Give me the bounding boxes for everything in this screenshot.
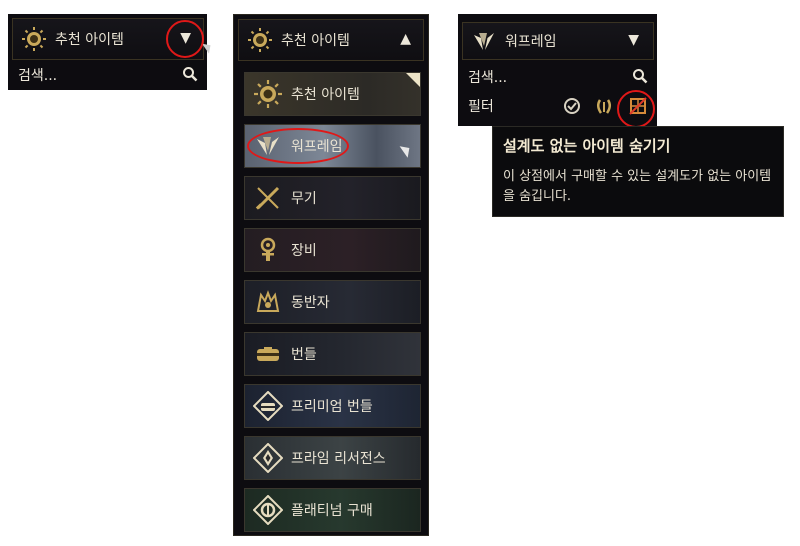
chevron-down-icon[interactable]: ▼ [628, 32, 639, 48]
sun-icon [248, 28, 272, 52]
highlight-circle [166, 20, 204, 58]
tooltip: 설계도 없는 아이템 숨기기 이 상점에서 구매할 수 있는 설계도가 없는 아… [492, 126, 784, 217]
category-label: 추천 아이템 [291, 87, 360, 103]
check-circle-icon[interactable] [563, 97, 581, 115]
bundle-icon [257, 347, 279, 361]
search-input[interactable]: 검색... [462, 66, 654, 88]
filter-label: 필터 [468, 99, 494, 115]
tooltip-body: 이 상점에서 구매할 수 있는 설계도가 없는 아이템을 숨깁니다. [503, 169, 772, 204]
category-label: 프라임 리서전스 [291, 451, 386, 467]
category-item-bundle[interactable]: 번들 [244, 332, 421, 376]
category-item-weapons[interactable]: 무기 [244, 176, 421, 220]
sun-icon [22, 27, 46, 51]
cursor-icon [399, 142, 414, 158]
gear-icon [260, 237, 276, 261]
highlight-circle [617, 90, 655, 128]
search-placeholder: 검색... [468, 70, 508, 86]
category-label: 번들 [291, 347, 317, 363]
search-placeholder: 검색... [18, 68, 58, 84]
prime-resurgence-icon [253, 443, 283, 473]
category-label: 플래티넘 구매 [291, 503, 373, 519]
category-label: 무기 [291, 191, 317, 207]
category-label: 프리미엄 번들 [291, 399, 373, 415]
category-item-platinum[interactable]: 플래티넘 구매 [244, 488, 421, 532]
search-icon[interactable] [182, 66, 198, 82]
weapons-icon [255, 186, 280, 210]
search-input[interactable]: 검색... [12, 64, 204, 86]
dropdown-label: 추천 아이템 [55, 32, 124, 48]
category-item-recommended[interactable]: 추천 아이템 [244, 72, 421, 116]
corner-marker [406, 73, 420, 87]
left-dropdown-panel: 추천 아이템 ▼ 검색... [8, 14, 214, 90]
dropdown-label: 추천 아이템 [281, 33, 350, 49]
wreath-icon[interactable] [594, 96, 614, 116]
chevron-up-icon[interactable]: ▲ [400, 31, 411, 47]
category-item-gear[interactable]: 장비 [244, 228, 421, 272]
category-dropdown[interactable]: 워프레임 ▼ [462, 22, 654, 60]
cursor-icon [202, 40, 214, 54]
expanded-dropdown-panel: 추천 아이템 ▲ 추천 아이템 워프레임 무기 장비 동반자 번들 프리미엄 번… [233, 14, 429, 536]
warframe-icon [474, 33, 494, 50]
platinum-icon [253, 495, 283, 525]
highlight-circle [247, 128, 349, 164]
premium-bundle-icon [253, 391, 283, 421]
dropdown-label: 워프레임 [505, 34, 557, 50]
category-item-warframe[interactable]: 워프레임 [244, 124, 421, 168]
category-label: 동반자 [291, 295, 330, 311]
category-dropdown-open[interactable]: 추천 아이템 ▲ [238, 19, 424, 61]
sun-icon [254, 80, 282, 108]
category-item-prime-resurgence[interactable]: 프라임 리서전스 [244, 436, 421, 480]
category-item-companion[interactable]: 동반자 [244, 280, 421, 324]
tooltip-title: 설계도 없는 아이템 숨기기 [503, 137, 671, 155]
search-icon[interactable] [632, 68, 648, 84]
category-list: 추천 아이템 워프레임 무기 장비 동반자 번들 프리미엄 번들 프라임 리서전… [244, 72, 421, 540]
category-label: 장비 [291, 243, 317, 259]
companion-icon [256, 290, 280, 312]
category-item-premium-bundle[interactable]: 프리미엄 번들 [244, 384, 421, 428]
